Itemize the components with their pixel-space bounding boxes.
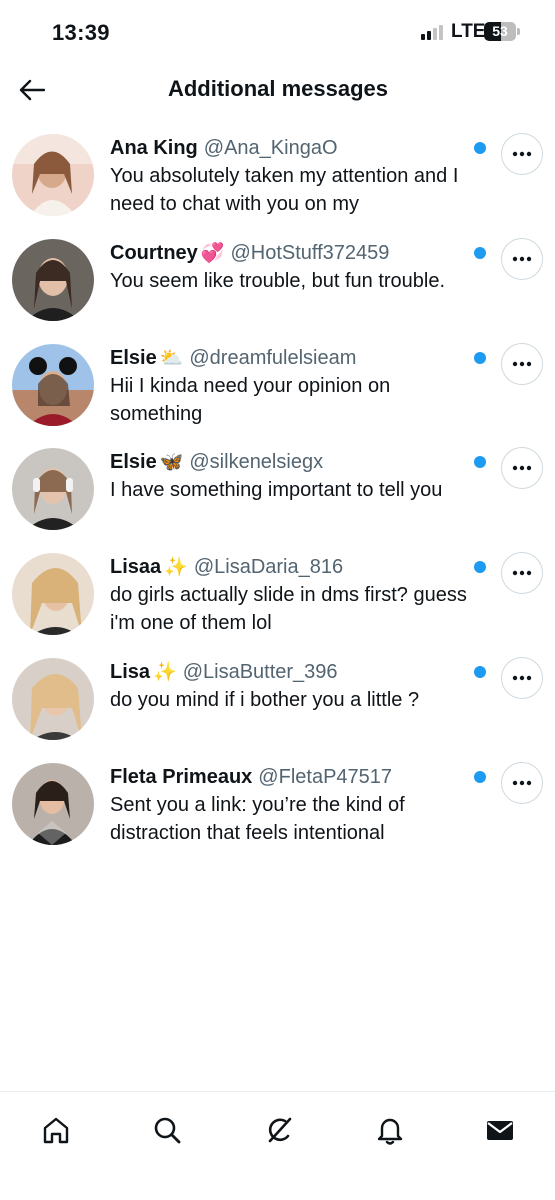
ellipsis-icon — [512, 151, 532, 157]
message-row[interactable]: Lisaa ✨ @LisaDaria_816 do girls actually s… — [0, 541, 555, 646]
message-preview: do you mind if i bother you a little ? — [110, 688, 420, 711]
home-icon — [43, 1117, 69, 1144]
signal-icon — [421, 24, 447, 40]
message-row[interactable]: Courtney 💞 @HotStuff372459 You seem like t… — [0, 227, 555, 332]
more-options-button[interactable] — [501, 342, 543, 385]
ellipsis-icon — [512, 570, 532, 576]
message-content: Lisaa ✨ @LisaDaria_816 do girls actually s… — [110, 554, 470, 637]
unread-indicator — [474, 770, 486, 783]
sender-emoji: ✨ — [164, 556, 188, 579]
message-content: Elsie ⛅ @dreamfulelsieam Hii I kinda need … — [110, 345, 470, 428]
sender-name: Lisa — [110, 660, 151, 683]
header: Additional messages — [0, 62, 555, 118]
message-row[interactable]: Elsie ⛅ @dreamfulelsieam Hii I kinda need … — [0, 332, 555, 437]
sender-line: Fleta Primeaux @FletaP47517 — [110, 764, 470, 790]
message-row[interactable]: Elsie 🦋 @silkenelsiegx I have something im… — [0, 436, 555, 541]
message-content: Ana King @Ana_KingaO You absolutely taken… — [110, 135, 470, 218]
sender-line: Courtney 💞 @HotStuff372459 — [110, 240, 470, 266]
avatar[interactable] — [12, 657, 94, 740]
more-options-button[interactable] — [501, 761, 543, 804]
sender-emoji: 🦋 — [159, 451, 184, 474]
message-row[interactable]: Lisa ✨ @LisaButter_396 do you mind if i bo… — [0, 646, 555, 751]
avatar[interactable] — [12, 134, 94, 216]
unread-indicator — [474, 142, 486, 154]
sender-name: Ana King — [110, 137, 198, 159]
unread-indicator — [474, 665, 486, 678]
status-bar: 13:39 LTE 53 — [0, 0, 555, 62]
sender-emoji: ⛅ — [159, 346, 184, 369]
message-preview: You absolutely taken my attention and I … — [110, 165, 459, 215]
search-icon — [154, 1117, 181, 1144]
more-options-button[interactable] — [501, 133, 543, 175]
tab-home[interactable] — [32, 1106, 80, 1154]
battery-icon: 53 — [484, 22, 516, 41]
message-content: Lisa ✨ @LisaButter_396 do you mind if i bo… — [110, 659, 470, 714]
battery-level: 53 — [492, 23, 508, 39]
unread-indicator — [474, 561, 486, 574]
message-preview: Hii I kinda need your opinion on somethi… — [110, 374, 391, 425]
message-row[interactable]: Fleta Primeaux @FletaP47517 Sent you a li… — [0, 751, 555, 856]
avatar[interactable] — [12, 448, 94, 531]
battery-tip — [517, 28, 520, 35]
sender-name: Courtney — [110, 241, 198, 264]
sender-line: Ana King @Ana_KingaO — [110, 135, 470, 161]
sender-handle: @LisaDaria_816 — [193, 556, 344, 579]
sender-handle: @HotStuff372459 — [230, 241, 390, 264]
message-preview: do girls actually slide in dms first? gu… — [110, 584, 467, 635]
sender-name: Lisaa — [110, 556, 162, 579]
avatar[interactable] — [12, 762, 94, 845]
message-content: Elsie 🦋 @silkenelsiegx I have something im… — [110, 449, 470, 504]
sender-emoji: ✨ — [153, 660, 177, 683]
sender-line: Elsie ⛅ @dreamfulelsieam — [110, 345, 470, 371]
envelope-icon — [487, 1121, 513, 1140]
sender-name: Fleta Primeaux — [110, 765, 253, 788]
sender-name: Elsie — [110, 451, 157, 474]
sender-line: Lisa ✨ @LisaButter_396 — [110, 659, 470, 685]
tab-notifications[interactable] — [366, 1106, 414, 1154]
sender-handle: @Ana_KingaO — [203, 137, 338, 159]
avatar[interactable] — [12, 343, 94, 426]
message-row[interactable]: Ana King @Ana_KingaO You absolutely taken… — [0, 122, 555, 227]
sender-line: Elsie 🦋 @silkenelsiegx — [110, 449, 470, 475]
ellipsis-icon — [512, 256, 532, 261]
message-content: Courtney 💞 @HotStuff372459 You seem like t… — [110, 240, 470, 295]
unread-indicator — [474, 456, 486, 469]
network-label: LTE — [451, 21, 486, 42]
sender-handle: @dreamfulelsieam — [189, 346, 357, 369]
page-title: Additional messages — [167, 76, 389, 101]
unread-indicator — [474, 351, 486, 364]
sender-handle: @LisaButter_396 — [182, 660, 338, 683]
sender-name: Elsie — [110, 346, 157, 369]
tab-messages[interactable] — [476, 1106, 524, 1154]
unread-indicator — [474, 246, 486, 259]
message-preview: I have something important to tell you — [110, 479, 443, 502]
more-options-button[interactable] — [501, 656, 543, 699]
sender-handle: @silkenelsiegx — [189, 451, 324, 474]
bottom-tab-bar — [0, 1091, 555, 1200]
sender-line: Lisaa ✨ @LisaDaria_816 — [110, 554, 470, 580]
ellipsis-icon — [512, 466, 532, 471]
sender-handle: @FletaP47517 — [258, 765, 393, 788]
ellipsis-icon — [512, 361, 532, 366]
status-time: 13:39 — [52, 20, 110, 45]
message-preview: Sent you a link: you’re the kind of dist… — [110, 793, 405, 844]
bell-icon — [377, 1118, 403, 1145]
tab-grok[interactable] — [255, 1106, 303, 1154]
tab-search[interactable] — [143, 1106, 191, 1154]
page: 13:39 LTE 53 Additional messages Ana Kin… — [0, 0, 555, 1200]
more-options-button[interactable] — [501, 552, 543, 595]
avatar[interactable] — [12, 238, 94, 321]
more-options-button[interactable] — [501, 447, 543, 490]
sender-emoji: 💞 — [200, 241, 225, 264]
message-list: Ana King @Ana_KingaO You absolutely taken… — [0, 122, 555, 856]
ellipsis-icon — [512, 780, 532, 785]
message-preview: You seem like trouble, but fun trouble. — [110, 269, 446, 292]
grok-icon — [268, 1117, 292, 1143]
more-options-button[interactable] — [501, 237, 543, 280]
ellipsis-icon — [512, 675, 532, 681]
avatar[interactable] — [12, 553, 94, 636]
message-content: Fleta Primeaux @FletaP47517 Sent you a li… — [110, 764, 470, 847]
